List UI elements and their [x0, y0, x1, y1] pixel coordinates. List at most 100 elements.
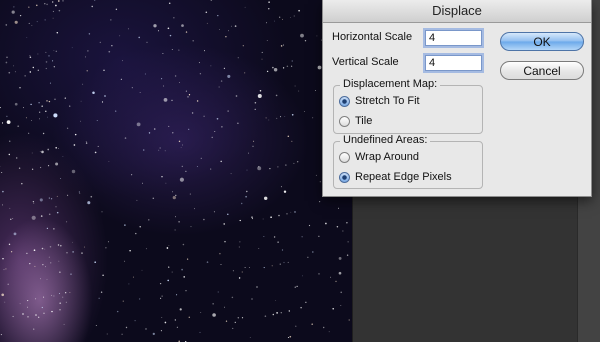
radio-button-icon[interactable]: [339, 96, 350, 107]
star: [60, 178, 62, 179]
star: [196, 166, 198, 167]
star: [190, 226, 192, 228]
star: [101, 211, 103, 213]
star: [142, 182, 144, 184]
star: [161, 78, 163, 80]
cancel-button[interactable]: Cancel: [500, 61, 584, 80]
star: [71, 169, 76, 174]
star: [278, 214, 280, 217]
star: [144, 73, 146, 75]
star: [258, 248, 260, 249]
star: [328, 331, 330, 333]
star: [161, 317, 163, 318]
star: [168, 245, 170, 247]
star: [279, 263, 281, 265]
star: [200, 312, 202, 313]
star: [83, 246, 86, 248]
star: [298, 90, 300, 92]
star: [65, 292, 67, 294]
star: [266, 70, 269, 73]
star: [152, 332, 155, 336]
star: [305, 301, 307, 303]
star: [185, 290, 187, 292]
star: [74, 133, 77, 136]
star: [211, 136, 213, 139]
star: [9, 140, 11, 142]
radio-button-icon[interactable]: [339, 116, 350, 127]
radio-wrap-around[interactable]: Wrap Around: [339, 151, 479, 165]
star: [280, 311, 283, 314]
horizontal-scale-input[interactable]: 4: [425, 30, 482, 46]
star: [40, 278, 41, 280]
radio-stretch-to-fit[interactable]: Stretch To Fit: [339, 95, 479, 109]
star: [52, 17, 54, 19]
star: [107, 241, 109, 243]
radio-button-icon[interactable]: [339, 152, 350, 163]
star: [319, 201, 321, 203]
star: [122, 300, 124, 302]
star: [319, 181, 321, 183]
star: [174, 319, 176, 321]
star: [46, 278, 48, 280]
vertical-scale-label: Vertical Scale: [332, 56, 399, 68]
star: [53, 50, 55, 51]
star: [48, 213, 51, 216]
star: [285, 164, 287, 166]
star: [45, 110, 47, 113]
star: [22, 313, 24, 315]
radio-button-icon[interactable]: [339, 172, 350, 183]
star: [39, 150, 41, 152]
star: [53, 228, 55, 230]
star: [36, 4, 38, 7]
star: [300, 33, 304, 38]
star: [188, 94, 191, 96]
star: [62, 156, 64, 157]
radio-repeat-edge-pixels[interactable]: Repeat Edge Pixels: [339, 171, 479, 185]
radio-tile[interactable]: Tile: [339, 115, 479, 129]
vertical-scale-input[interactable]: 4: [425, 55, 482, 71]
star: [160, 297, 162, 299]
star: [44, 19, 46, 21]
star: [120, 78, 122, 80]
star: [50, 198, 53, 200]
star: [153, 24, 157, 28]
star: [2, 257, 4, 260]
star: [26, 37, 28, 38]
star: [178, 49, 180, 51]
star: [7, 283, 9, 286]
star: [293, 15, 295, 17]
star: [293, 162, 295, 164]
star: [108, 50, 111, 53]
star: [94, 151, 97, 154]
star: [280, 116, 282, 118]
dialog-title-bar[interactable]: Displace: [323, 0, 591, 23]
star: [214, 130, 216, 132]
star: [302, 275, 303, 277]
star: [182, 243, 185, 246]
star: [153, 128, 156, 130]
star: [172, 195, 176, 200]
star: [269, 167, 271, 170]
star: [286, 213, 288, 215]
star: [191, 112, 194, 114]
star: [38, 316, 40, 318]
star: [203, 115, 205, 117]
star: [294, 286, 297, 288]
star: [55, 50, 57, 52]
ok-button[interactable]: OK: [500, 32, 584, 51]
star: [29, 71, 32, 73]
undefined-areas-title: Undefined Areas:: [340, 134, 431, 146]
star: [73, 144, 76, 146]
star: [30, 103, 32, 106]
star: [18, 167, 21, 169]
star: [291, 60, 293, 62]
star: [159, 147, 161, 149]
star: [221, 125, 223, 128]
star: [66, 252, 68, 254]
displacement-map-group: Displacement Map: Stretch To Fit Tile: [333, 78, 483, 134]
star: [19, 87, 21, 89]
star: [41, 247, 44, 250]
star: [69, 292, 71, 293]
star: [252, 145, 254, 147]
star: [33, 202, 35, 204]
